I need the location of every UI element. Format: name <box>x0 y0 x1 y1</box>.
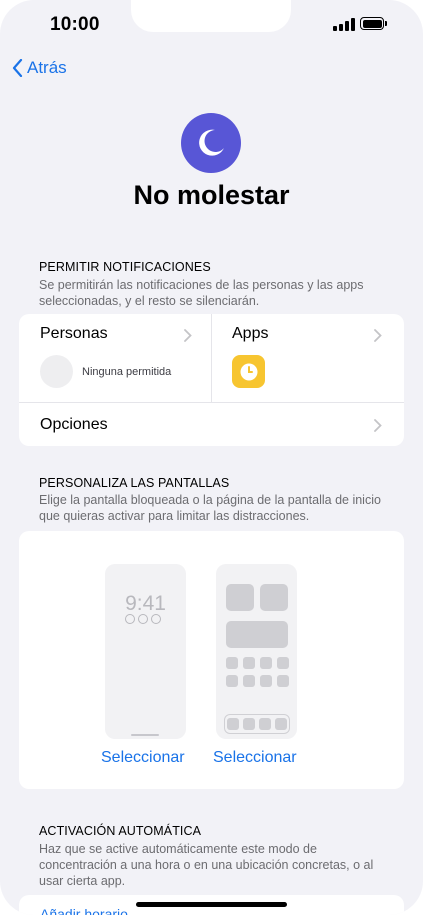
select-home-screen-button[interactable]: Seleccionar <box>213 749 297 767</box>
app-tile <box>243 657 255 669</box>
app-tile <box>277 657 289 669</box>
select-lock-screen-button[interactable]: Seleccionar <box>101 749 185 767</box>
widget-tile <box>226 584 254 611</box>
screen: 10:00 Atrás No molestar PERMITIR NOTIFIC… <box>0 0 423 915</box>
app-tile <box>259 717 271 730</box>
focus-moon-icon <box>181 113 241 173</box>
options-row[interactable]: Opciones <box>19 403 404 446</box>
section-description-notifications: Se permitirán las notificaciones de las … <box>39 278 364 308</box>
section-description-automation: Haz que se active automáticamente este m… <box>39 842 374 888</box>
app-tile <box>227 717 239 730</box>
avatar-placeholder <box>40 355 73 388</box>
screens-card: 9:41 Seleccionar Seleccionar <box>19 531 404 789</box>
home-bar <box>131 734 159 736</box>
home-screen-preview[interactable] <box>216 564 297 739</box>
clock-app-icon <box>232 355 265 388</box>
widget-tile <box>226 621 288 648</box>
app-tile <box>260 675 272 687</box>
chevron-right-icon <box>374 419 382 432</box>
app-tile <box>243 675 255 687</box>
app-tile <box>277 675 289 687</box>
widget-dots <box>125 614 161 624</box>
back-button[interactable]: Atrás <box>12 58 67 78</box>
notifications-card: Personas Ninguna permitida Apps Opciones <box>19 314 404 446</box>
app-tile <box>275 717 287 730</box>
app-tile <box>226 657 238 669</box>
people-note: Ninguna permitida <box>82 366 172 378</box>
section-description-screens: Elige la pantalla bloqueada o la página … <box>39 493 381 523</box>
home-indicator <box>136 902 287 907</box>
chevron-left-icon <box>12 59 23 77</box>
app-tile <box>260 657 272 669</box>
app-tile <box>226 675 238 687</box>
options-label: Opciones <box>40 416 108 433</box>
dock <box>224 714 290 734</box>
add-schedule-button[interactable]: Añadir horario <box>40 906 128 915</box>
back-label: Atrás <box>27 58 67 77</box>
section-heading-automation: ACTIVACIÓN AUTOMÁTICA <box>39 824 202 838</box>
chevron-right-icon <box>374 329 382 342</box>
battery-icon <box>360 17 387 30</box>
chevron-right-icon <box>184 329 192 342</box>
signal-icon <box>333 18 355 31</box>
lock-screen-time: 9:41 <box>125 592 166 615</box>
page-title: No molestar <box>133 180 290 210</box>
section-heading-screens: PERSONALIZA LAS PANTALLAS <box>39 476 230 490</box>
people-label: Personas <box>40 325 108 342</box>
notch <box>131 0 291 32</box>
widget-tile <box>260 584 288 611</box>
lock-screen-preview[interactable]: 9:41 <box>105 564 186 739</box>
apps-label: Apps <box>232 325 269 342</box>
status-time: 10:00 <box>50 14 100 35</box>
apps-cell[interactable]: Apps <box>212 314 404 402</box>
people-cell[interactable]: Personas Ninguna permitida <box>19 314 211 402</box>
section-heading-notifications: PERMITIR NOTIFICACIONES <box>39 260 211 274</box>
app-tile <box>243 717 255 730</box>
